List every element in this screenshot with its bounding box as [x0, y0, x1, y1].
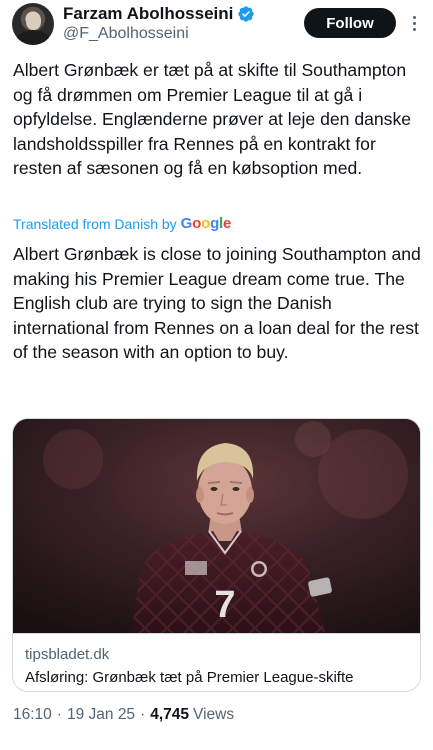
card-image-player-photo[interactable]: 7 [13, 419, 420, 633]
author-handle[interactable]: @F_Abolhosseini [63, 25, 189, 43]
tweet-time[interactable]: 16:10 [13, 706, 52, 724]
player-photo: 7 [13, 419, 420, 633]
translation-attribution[interactable]: Translated from Danish by Google [13, 215, 231, 232]
author-name-row[interactable]: Farzam Abolhosseini [63, 4, 255, 24]
tweet-date[interactable]: 19 Jan 25 [67, 706, 135, 724]
verified-badge-icon [238, 6, 255, 22]
meta-separator: · [140, 706, 146, 723]
google-logo: Google [180, 215, 232, 232]
tweet-text: Albert Grønbæk er tæt på at skifte til S… [13, 60, 412, 178]
translated-label: Translated from Danish by [13, 215, 177, 232]
views-count[interactable]: 4,745 [150, 706, 189, 724]
card-footer[interactable]: tipsbladet.dk Afsløring: Grønbæk tæt på … [13, 633, 420, 691]
meta-separator: · [56, 706, 62, 723]
tweet-meta: 16:10 · 19 Jan 25 · 4,745 Views [13, 706, 234, 724]
views-label: Views [193, 706, 235, 723]
follow-button[interactable]: Follow [304, 8, 396, 38]
more-vertical-icon[interactable] [404, 11, 424, 35]
translated-tweet-text: Albert Grønbæk is close to joining South… [13, 244, 421, 362]
author-avatar[interactable] [12, 3, 54, 45]
link-preview-card[interactable]: 7 tipsbladet.dk Afsløring: Grønbæk tæt p… [12, 418, 421, 692]
jersey-number: 7 [214, 584, 235, 626]
card-title: Afsløring: Grønbæk tæt på Premier League… [25, 669, 354, 686]
tweet-header: Farzam Abolhosseini @F_Abolhosseini Foll… [0, 0, 433, 54]
card-domain: tipsbladet.dk [25, 646, 110, 663]
author-name[interactable]: Farzam Abolhosseini [63, 4, 233, 24]
